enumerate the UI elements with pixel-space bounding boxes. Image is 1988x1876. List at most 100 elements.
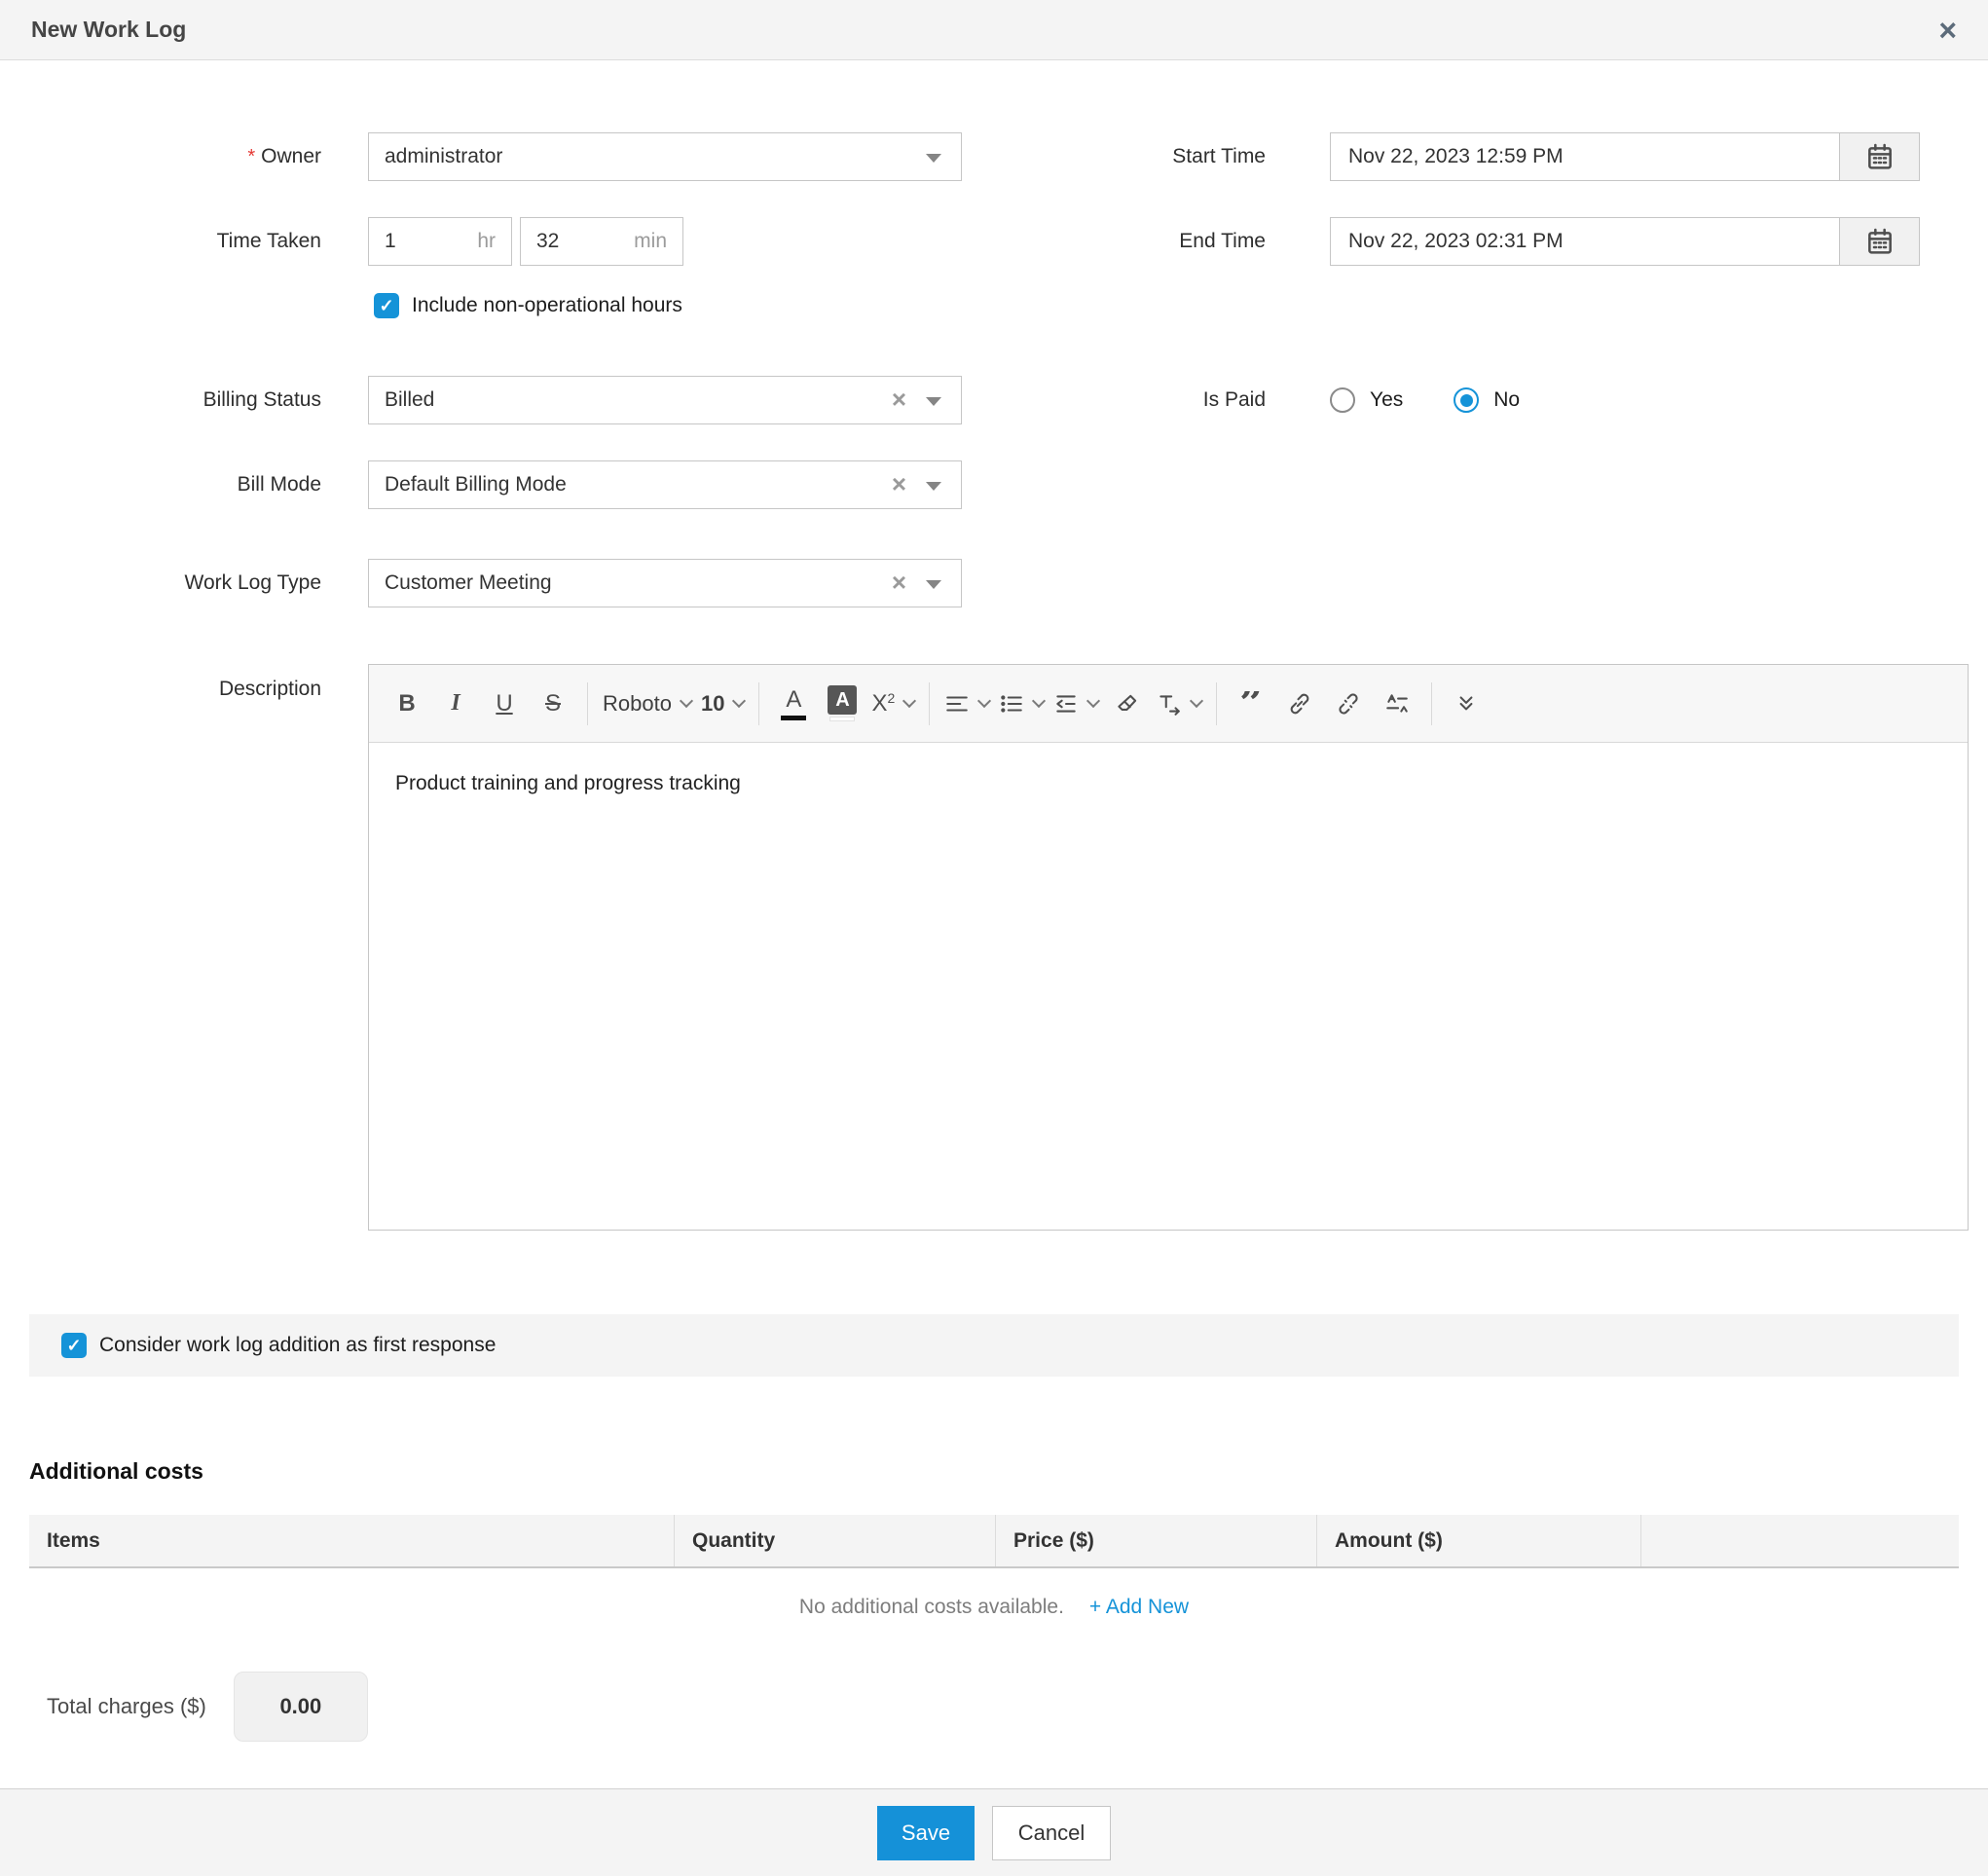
is-paid-yes-label: Yes [1370,388,1403,412]
bill-mode-value: Default Billing Mode [385,473,567,497]
bullet-list-icon[interactable] [999,681,1044,727]
font-size-value: 10 [701,691,724,717]
is-paid-no-label: No [1493,388,1520,412]
strikethrough-icon[interactable]: S [534,681,572,727]
superscript-icon[interactable]: X2 [871,681,914,727]
owner-label: *Owner [0,145,321,168]
include-non-operational-label: Include non-operational hours [412,294,682,317]
chevron-down-icon [926,154,941,163]
row-description: Description B I U S Roboto 10 A [0,664,1988,1231]
dialog-header: New Work Log × [0,0,1988,60]
font-family-value: Roboto [603,691,672,717]
total-charges-row: Total charges ($) 0.00 [0,1672,1988,1742]
minutes-input[interactable]: 32 min [520,217,683,266]
outdent-icon[interactable] [1053,681,1098,727]
chevron-down-icon [926,482,941,491]
text-direction-icon[interactable] [1157,681,1201,727]
link-icon[interactable] [1280,681,1319,727]
billing-status-select[interactable]: Billed × [368,376,962,424]
row-work-log-type: Work Log Type Customer Meeting × [0,559,1988,607]
empty-text: No additional costs available. [799,1596,1064,1619]
font-size-select[interactable]: 10 [701,681,744,727]
owner-select[interactable]: administrator [368,132,962,181]
font-family-select[interactable]: Roboto [603,681,691,727]
end-time-input[interactable]: Nov 22, 2023 02:31 PM [1330,217,1920,266]
align-icon[interactable] [944,681,989,727]
blockquote-icon[interactable]: ” [1232,691,1270,717]
row-bill-mode: Bill Mode Default Billing Mode × [0,460,1988,509]
highlight-color-icon[interactable]: A [823,681,862,727]
additional-costs-title: Additional costs [29,1458,1959,1485]
billing-status-value: Billed [385,388,434,412]
font-color-icon[interactable]: A [774,681,813,727]
chevron-down-icon [977,693,991,707]
clear-icon[interactable]: × [892,471,906,497]
end-time-calendar-button[interactable] [1839,218,1919,265]
table-header-row: Items Quantity Price ($) Amount ($) [29,1515,1959,1568]
check-icon: ✓ [66,1336,81,1356]
chevron-down-icon [732,693,746,707]
chevron-down-icon [1086,693,1100,707]
work-log-type-label: Work Log Type [0,571,321,595]
start-time-calendar-button[interactable] [1839,133,1919,180]
add-new-link[interactable]: + Add New [1089,1596,1189,1619]
end-time-label: End Time [962,230,1330,253]
column-header-amount: Amount ($) [1317,1515,1641,1566]
row-non-operational: ✓ Include non-operational hours [0,293,1988,318]
column-header-price: Price ($) [996,1515,1317,1566]
line-spacing-icon[interactable] [1378,681,1417,727]
end-time-value: Nov 22, 2023 02:31 PM [1331,218,1839,265]
eraser-icon[interactable] [1108,681,1147,727]
row-billing-ispaid: Billing Status Billed × Is Paid Yes No [0,376,1988,424]
save-button[interactable]: Save [877,1806,975,1860]
work-log-type-select[interactable]: Customer Meeting × [368,559,962,607]
start-time-label: Start Time [962,145,1330,168]
minutes-value: 32 [536,230,559,253]
underline-icon[interactable]: U [485,681,524,727]
chevron-down-icon [680,693,693,707]
include-non-operational-checkbox[interactable]: ✓ [374,293,399,318]
unlink-icon[interactable] [1329,681,1368,727]
cancel-button[interactable]: Cancel [992,1806,1111,1860]
required-asterisk: * [247,146,255,167]
editor-toolbar: B I U S Roboto 10 A A [369,665,1968,743]
page-title: New Work Log [31,17,186,43]
bill-mode-label: Bill Mode [0,473,321,497]
work-log-type-value: Customer Meeting [385,571,552,595]
chevron-down-icon [926,580,941,589]
start-time-value: Nov 22, 2023 12:59 PM [1331,133,1839,180]
additional-costs-table: Items Quantity Price ($) Amount ($) No a… [29,1515,1959,1646]
total-charges-label: Total charges ($) [47,1694,206,1719]
start-time-input[interactable]: Nov 22, 2023 12:59 PM [1330,132,1920,181]
chevron-down-icon [902,693,916,707]
description-text: Product training and progress tracking [395,772,741,794]
is-paid-no-radio[interactable] [1454,387,1479,413]
description-editor: B I U S Roboto 10 A A [368,664,1969,1231]
column-header-quantity: Quantity [675,1515,996,1566]
new-work-log-dialog: New Work Log × *Owner administrator Star… [0,0,1988,1876]
description-label: Description [0,664,321,701]
clear-icon[interactable]: × [892,570,906,595]
first-response-label: Consider work log addition as first resp… [99,1334,496,1357]
hours-value: 1 [385,230,396,253]
chevron-down-icon [926,397,941,406]
bold-icon[interactable]: B [387,681,426,727]
minutes-unit: min [634,230,667,253]
column-header-items: Items [29,1515,675,1566]
total-charges-value: 0.00 [234,1672,368,1742]
first-response-checkbox[interactable]: ✓ [61,1333,87,1358]
hours-input[interactable]: 1 hr [368,217,512,266]
bill-mode-select[interactable]: Default Billing Mode × [368,460,962,509]
clear-icon[interactable]: × [892,386,906,412]
table-empty-row: No additional costs available. + Add New [29,1568,1959,1646]
close-icon[interactable]: × [1938,15,1957,46]
owner-value: administrator [385,145,502,168]
row-owner-start: *Owner administrator Start Time Nov 22, … [0,132,1988,181]
is-paid-label: Is Paid [962,388,1330,412]
italic-icon[interactable]: I [436,681,475,727]
calendar-icon [1864,140,1896,173]
is-paid-yes-radio[interactable] [1330,387,1355,413]
more-options-icon[interactable] [1447,681,1486,727]
row-timetaken-end: Time Taken 1 hr 32 min End Time Nov 22, … [0,217,1988,266]
description-textarea[interactable]: Product training and progress tracking [369,743,1968,1230]
